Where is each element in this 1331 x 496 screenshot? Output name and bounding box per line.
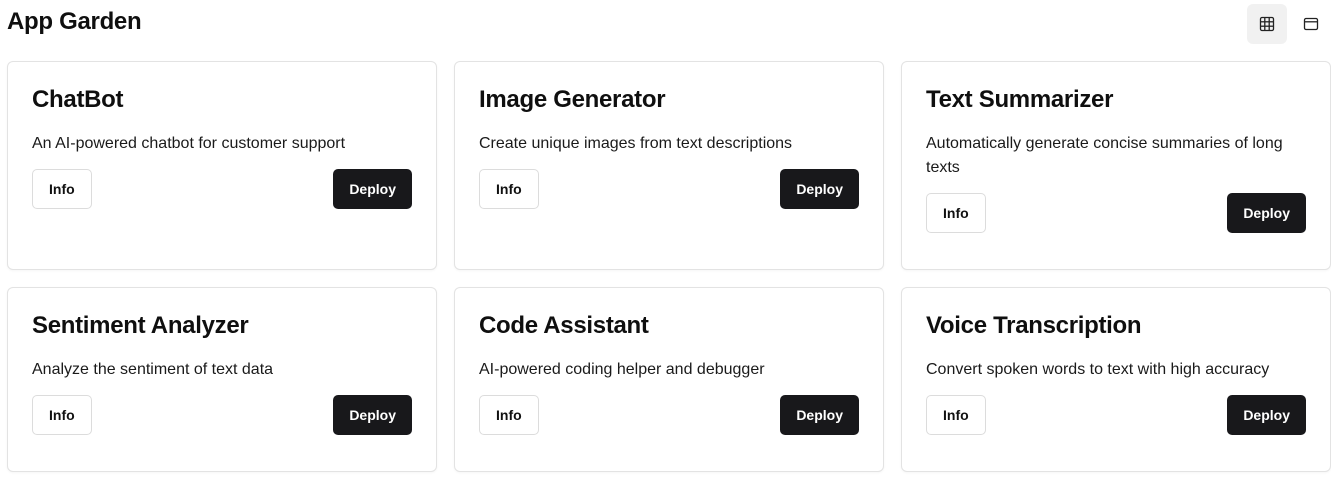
card-title: Code Assistant [479,312,649,339]
card-actions: Info Deploy [926,395,1306,435]
app-card-image-generator: Image Generator Create unique images fro… [454,61,884,270]
app-card-sentiment-analyzer: Sentiment Analyzer Analyze the sentiment… [7,287,437,472]
card-title: Sentiment Analyzer [32,312,249,339]
info-button[interactable]: Info [479,395,539,435]
info-button[interactable]: Info [926,395,986,435]
app-card-text-summarizer: Text Summarizer Automatically generate c… [901,61,1331,270]
info-button[interactable]: Info [32,395,92,435]
list-view-button[interactable] [1291,4,1331,44]
card-description: AI-powered coding helper and debugger [479,361,765,378]
info-button[interactable]: Info [926,193,986,233]
card-description: An AI-powered chatbot for customer suppo… [32,135,346,152]
grid-view-button[interactable] [1247,4,1287,44]
card-actions: Info Deploy [32,395,412,435]
app-garden-page: App Garden ChatBot An AI-powered chatbot… [0,0,1331,496]
card-description: Analyze the sentiment of text data [32,361,274,378]
card-actions: Info Deploy [479,395,859,435]
deploy-button[interactable]: Deploy [1227,395,1306,435]
header: App Garden [7,0,1331,48]
card-description: Convert spoken words to text with high a… [926,361,1270,378]
app-card-voice-transcription: Voice Transcription Convert spoken words… [901,287,1331,472]
card-description: Automatically generate concise summaries… [926,135,1283,176]
card-actions: Info Deploy [926,193,1306,233]
app-card-code-assistant: Code Assistant AI-powered coding helper … [454,287,884,472]
card-title: Voice Transcription [926,312,1142,339]
card-title: ChatBot [32,86,124,113]
deploy-button[interactable]: Deploy [333,169,412,209]
card-description: Create unique images from text descripti… [479,135,793,152]
info-button[interactable]: Info [479,169,539,209]
deploy-button[interactable]: Deploy [780,169,859,209]
deploy-button[interactable]: Deploy [333,395,412,435]
card-title: Image Generator [479,86,666,113]
card-actions: Info Deploy [479,169,859,209]
grid-icon [1259,16,1275,32]
info-button[interactable]: Info [32,169,92,209]
window-icon [1303,16,1319,32]
deploy-button[interactable]: Deploy [780,395,859,435]
card-actions: Info Deploy [32,169,412,209]
app-card-chatbot: ChatBot An AI-powered chatbot for custom… [7,61,437,270]
app-grid: ChatBot An AI-powered chatbot for custom… [7,61,1331,472]
deploy-button[interactable]: Deploy [1227,193,1306,233]
card-title: Text Summarizer [926,86,1114,113]
page-title: App Garden [7,8,142,35]
